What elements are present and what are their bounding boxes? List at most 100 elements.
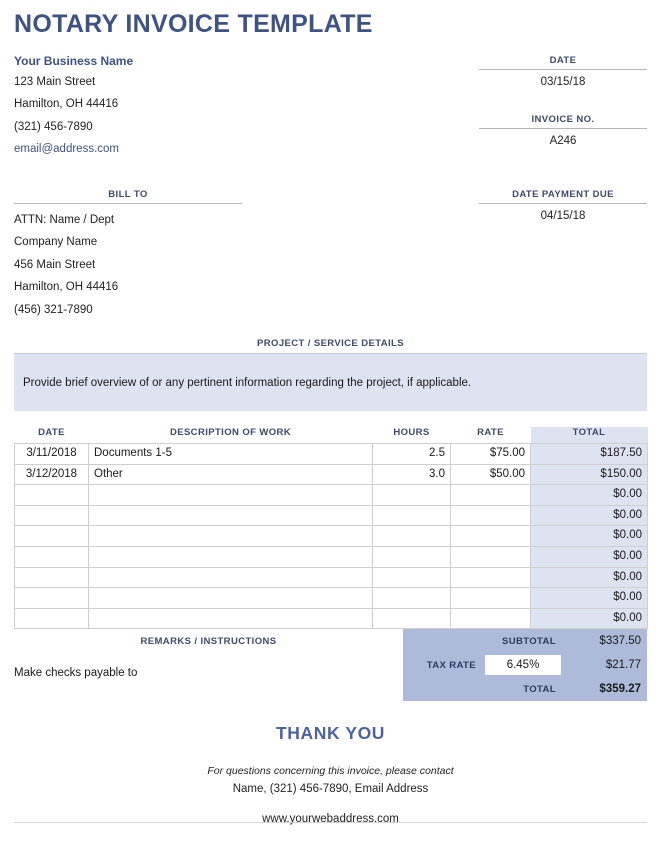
subtotal-label: SUBTOTAL: [501, 635, 556, 647]
tax-rate-label: TAX RATE: [426, 659, 476, 671]
cell-date[interactable]: [14, 525, 89, 547]
table-row: $0.00: [14, 587, 648, 609]
cell-total[interactable]: $187.50: [530, 443, 648, 465]
footer-contact-line: Name, (321) 456-7890, Email Address: [232, 783, 429, 796]
cell-rate[interactable]: [450, 587, 531, 609]
cell-rate[interactable]: [450, 525, 531, 547]
cell-description[interactable]: [88, 566, 373, 589]
work-table-body: 3/11/2018 Documents 1-5 2.5 $75.00 $187.50 3/…: [14, 443, 648, 630]
business-phone: (321) 456-7890: [14, 120, 93, 133]
cell-date[interactable]: 3/12/2018: [14, 463, 89, 486]
column-header-total: TOTAL: [530, 427, 648, 444]
cell-date[interactable]: [14, 587, 89, 609]
billto-line-street[interactable]: 456 Main Street: [14, 249, 242, 272]
invoice-date-value[interactable]: 03/15/18: [479, 70, 647, 88]
cell-rate[interactable]: [450, 566, 531, 589]
invoice-number-value[interactable]: A246: [479, 129, 647, 147]
cell-description[interactable]: Other: [88, 463, 373, 486]
cell-rate[interactable]: $75.00: [450, 443, 531, 465]
cell-date[interactable]: 3/11/2018: [14, 443, 89, 465]
business-email: email@address.com: [14, 143, 119, 155]
thank-you-heading: THANK YOU: [275, 723, 386, 744]
cell-rate[interactable]: [450, 607, 531, 630]
cell-total[interactable]: $0.00: [530, 504, 648, 527]
work-table-header-row: DATE DESCRIPTION OF WORK HOURS RATE TOTA…: [15, 427, 648, 444]
totals-block: SUBTOTAL $337.50 TAX RATE 6.45% $21.77 T…: [403, 629, 647, 702]
cell-hours[interactable]: [372, 525, 451, 547]
footer-divider: [14, 822, 647, 823]
due-date-label: DATE PAYMENT DUE: [479, 189, 647, 204]
cell-hours[interactable]: [372, 504, 451, 527]
remarks-text[interactable]: Make checks payable to: [14, 647, 403, 679]
cell-total[interactable]: $0.00: [530, 566, 648, 589]
cell-rate[interactable]: [450, 484, 531, 506]
table-row: 3/12/2018 Other 3.0 $50.00 $150.00: [14, 463, 648, 486]
invoice-date-group: DATE 03/15/18: [479, 55, 647, 88]
subtotal-row: SUBTOTAL $337.50: [403, 629, 647, 653]
billto-line-city-state-zip[interactable]: Hamilton, OH 44416: [14, 271, 242, 294]
cell-hours[interactable]: [372, 587, 451, 609]
remarks-block: REMARKS / INSTRUCTIONS Make checks payab…: [14, 629, 403, 701]
cell-date[interactable]: [14, 484, 89, 506]
project-details-box[interactable]: Provide brief overview of or any pertine…: [14, 353, 647, 411]
billto-block: BILL TO ATTN: Name / Dept Company Name 4…: [14, 189, 242, 317]
cell-date[interactable]: [14, 504, 89, 527]
billto-line-phone[interactable]: (456) 321-7890: [14, 294, 242, 317]
table-row: $0.00: [14, 607, 648, 630]
table-row: $0.00: [14, 484, 648, 506]
cell-rate[interactable]: $50.00: [450, 463, 531, 486]
business-name: Your Business Name: [14, 53, 134, 68]
footer-website[interactable]: www.yourwebaddress.com: [14, 813, 647, 825]
cell-rate[interactable]: [450, 504, 531, 527]
invoice-meta-block: DATE 03/15/18 INVOICE NO. A246: [479, 55, 647, 154]
cell-total[interactable]: $0.00: [530, 587, 648, 609]
project-details-label: PROJECT / SERVICE DETAILS: [257, 338, 404, 349]
cell-total[interactable]: $0.00: [530, 484, 648, 506]
billto-label: BILL TO: [14, 189, 242, 204]
tax-rate-input[interactable]: 6.45%: [485, 655, 561, 676]
cell-description[interactable]: [88, 525, 373, 547]
remarks-label: REMARKS / INSTRUCTIONS: [140, 636, 277, 648]
cell-date[interactable]: [14, 545, 89, 568]
due-date-block: DATE PAYMENT DUE 04/15/18: [479, 189, 647, 222]
work-table-header: DATE DESCRIPTION OF WORK HOURS RATE TOTA…: [15, 427, 648, 444]
table-row: $0.00: [14, 545, 648, 568]
cell-total[interactable]: $0.00: [530, 525, 648, 547]
cell-hours[interactable]: 3.0: [372, 463, 451, 486]
cell-hours[interactable]: [372, 484, 451, 506]
billto-line-attn[interactable]: ATTN: Name / Dept: [14, 204, 242, 227]
cell-description[interactable]: [88, 587, 373, 609]
project-details-text: Provide brief overview of or any pertine…: [23, 376, 472, 389]
due-date-value[interactable]: 04/15/18: [479, 204, 647, 222]
cell-rate[interactable]: [450, 545, 531, 568]
meta-spacer: [479, 95, 647, 114]
cell-date[interactable]: [14, 566, 89, 589]
total-row: TOTAL $359.27: [403, 677, 647, 701]
cell-hours[interactable]: 2.5: [372, 443, 451, 465]
cell-hours[interactable]: [372, 607, 451, 630]
cell-total[interactable]: $150.00: [530, 463, 648, 486]
column-header-rate: RATE: [477, 427, 504, 438]
cell-total[interactable]: $0.00: [530, 545, 648, 568]
table-row: $0.00: [14, 566, 648, 589]
cell-description[interactable]: [88, 484, 373, 506]
column-header-hours: HOURS: [393, 427, 430, 438]
column-header-description: DESCRIPTION OF WORK: [169, 427, 292, 438]
cell-description[interactable]: [88, 504, 373, 527]
business-street: 123 Main Street: [14, 75, 96, 88]
invoice-number-label: INVOICE NO.: [479, 114, 647, 129]
cell-date[interactable]: [14, 607, 89, 630]
subtotal-value: $337.50: [599, 635, 641, 648]
billto-line-company[interactable]: Company Name: [14, 226, 242, 249]
page-title: NOTARY INVOICE TEMPLATE: [14, 10, 373, 38]
cell-hours[interactable]: [372, 566, 451, 589]
cell-description[interactable]: Documents 1-5: [88, 443, 373, 465]
total-label: TOTAL: [523, 683, 556, 695]
business-info-block: Your Business Name 123 Main Street Hamil…: [14, 55, 314, 167]
footer-block: THANK YOU For questions concerning this …: [14, 723, 647, 825]
cell-description[interactable]: [88, 607, 373, 630]
business-city-state-zip: Hamilton, OH 44416: [14, 98, 119, 110]
cell-description[interactable]: [88, 545, 373, 568]
cell-total[interactable]: $0.00: [530, 607, 648, 630]
cell-hours[interactable]: [372, 545, 451, 568]
